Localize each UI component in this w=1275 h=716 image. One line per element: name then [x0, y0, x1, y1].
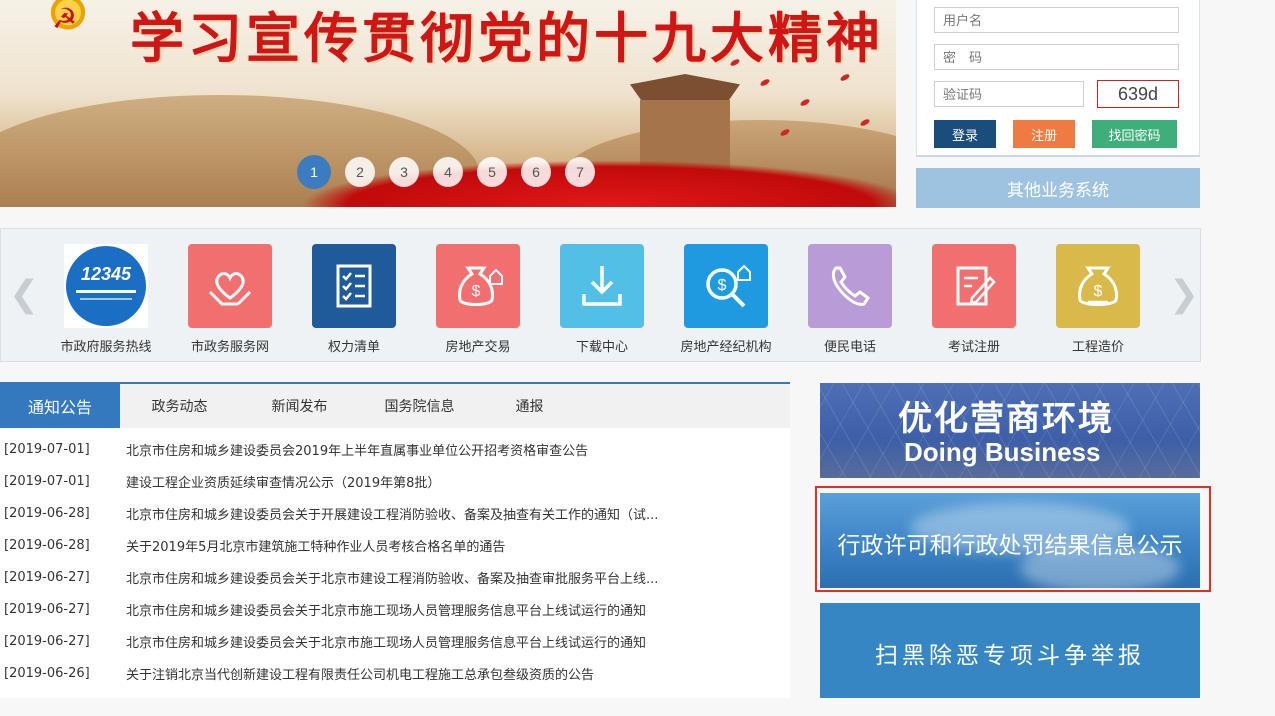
tab-bulletin[interactable]: 通报: [472, 384, 587, 428]
news-title[interactable]: 建设工程企业资质延续审查情况公示（2019年第8批）: [126, 472, 440, 491]
pager-dot[interactable]: 5: [477, 157, 507, 187]
banner-title: 学习宣传贯彻党的十九大精神: [130, 6, 884, 70]
news-title[interactable]: 北京市住房和城乡建设委员会关于开展建设工程消防验收、备案及抽查有关工作的通知（试…: [126, 504, 658, 523]
doing-business-cn: 优化营商环境: [898, 399, 1114, 439]
svg-text:12345: 12345: [81, 264, 132, 284]
pager-dot[interactable]: 4: [433, 157, 463, 187]
service-label: 下载中心: [575, 340, 628, 355]
service-real-estate[interactable]: $ 房地产交易: [416, 244, 540, 355]
list-item[interactable]: [2019-06-27] 北京市住房和城乡建设委员会关于北京市施工现场人员管理服务…: [0, 593, 646, 625]
news-title[interactable]: 北京市住房和城乡建设委员会关于北京市施工现场人员管理服务信息平台上线试运行的通知: [126, 600, 646, 619]
news-date: [2019-07-01]: [4, 473, 90, 489]
service-label: 便民电话: [823, 340, 876, 355]
news-date: [2019-06-28]: [4, 505, 90, 521]
petal: [799, 97, 811, 108]
password-input[interactable]: [934, 44, 1179, 70]
news-list: [2019-07-01] 北京市住房和城乡建设委员会2019年上半年直属事业单位公…: [0, 428, 790, 698]
service-hotline[interactable]: 12345 市政府服务热线: [44, 244, 168, 355]
service-label: 工程造价: [1071, 340, 1124, 355]
svg-text:$: $: [472, 283, 481, 300]
list-item[interactable]: [2019-06-28] 关于2019年5月北京市建筑施工特种作业人员考核合格名单…: [0, 529, 505, 561]
permits-penalties-text: 行政许可和行政处罚结果信息公示: [837, 533, 1183, 559]
news-date: [2019-06-28]: [4, 537, 90, 553]
hammer-sickle-icon: ☭: [52, 2, 78, 35]
service-power-list[interactable]: 权力清单: [292, 244, 416, 355]
tab-gov-news[interactable]: 政务动态: [122, 384, 237, 428]
service-download[interactable]: 下载中心: [540, 244, 664, 355]
anti-crime-report-banner[interactable]: 扫黑除恶专项斗争举报: [820, 603, 1200, 698]
captcha-input[interactable]: [934, 81, 1084, 107]
login-panel: 639d 登录 注册 找回密码: [916, 0, 1200, 157]
chevron-right-icon[interactable]: ❯: [1169, 274, 1199, 315]
login-button[interactable]: 登录: [934, 120, 996, 148]
captcha-image[interactable]: 639d: [1097, 80, 1179, 108]
service-label: 市政府服务热线: [60, 340, 152, 355]
main-banner[interactable]: ☭ 学习宣传贯彻党的十九大精神 1 2 3 4 5 6 7: [0, 0, 896, 207]
service-label: 市政务服务网: [190, 340, 269, 355]
petal: [759, 77, 771, 88]
service-label: 权力清单: [327, 340, 380, 355]
news-date: [2019-06-27]: [4, 569, 90, 585]
list-item[interactable]: [2019-07-01] 北京市住房和城乡建设委员会2019年上半年直属事业单位公…: [0, 433, 588, 465]
service-phone[interactable]: 便民电话: [788, 244, 912, 355]
petal: [839, 72, 851, 83]
service-label: 房地产经纪机构: [680, 340, 772, 355]
pager-dot[interactable]: 2: [345, 157, 375, 187]
search-money-icon: $: [684, 244, 768, 328]
service-agency[interactable]: $ 房地产经纪机构: [664, 244, 788, 355]
pager-dot[interactable]: 3: [389, 157, 419, 187]
tab-notices[interactable]: 通知公告: [0, 384, 120, 428]
news-date: [2019-07-01]: [4, 441, 90, 457]
svg-text:$: $: [1094, 283, 1103, 300]
pager-dot[interactable]: 1: [297, 155, 331, 189]
petal: [859, 117, 871, 128]
tab-state-council[interactable]: 国务院信息: [362, 384, 477, 428]
pager-dot[interactable]: 6: [521, 157, 551, 187]
service-exam[interactable]: 考试注册: [912, 244, 1036, 355]
chevron-left-icon[interactable]: ❮: [9, 274, 39, 315]
banner-pager: 1 2 3 4 5 6 7: [297, 155, 595, 189]
username-input[interactable]: [934, 7, 1179, 33]
list-item[interactable]: [2019-07-01] 建设工程企业资质延续审查情况公示（2019年第8批）: [0, 465, 440, 497]
news-title[interactable]: 北京市住房和城乡建设委员会关于北京市施工现场人员管理服务信息平台上线试运行的通知: [126, 632, 646, 651]
heart-hands-icon: [188, 244, 272, 328]
service-cost[interactable]: $ 工程造价: [1036, 244, 1160, 355]
list-item[interactable]: [2019-06-27] 北京市住房和城乡建设委员会关于北京市建设工程消防验收、备…: [0, 561, 658, 593]
service-gov-portal[interactable]: 市政务服务网: [168, 244, 292, 355]
permits-penalties-banner[interactable]: 行政许可和行政处罚结果信息公示: [820, 493, 1200, 588]
recover-password-button[interactable]: 找回密码: [1092, 120, 1177, 148]
doing-business-banner[interactable]: 优化营商环境 Doing Business: [820, 383, 1200, 478]
tab-press[interactable]: 新闻发布: [242, 384, 357, 428]
money-bag-icon: $: [1056, 244, 1140, 328]
news-title[interactable]: 关于2019年5月北京市建筑施工特种作业人员考核合格名单的通告: [126, 536, 505, 555]
other-systems-button[interactable]: 其他业务系统: [916, 168, 1200, 208]
news-date: [2019-06-27]: [4, 601, 90, 617]
news-title[interactable]: 北京市住房和城乡建设委员会2019年上半年直属事业单位公开招考资格审查公告: [126, 440, 588, 459]
download-icon: [560, 244, 644, 328]
list-item[interactable]: [2019-06-27] 北京市住房和城乡建设委员会关于北京市施工现场人员管理服务…: [0, 625, 646, 657]
service-carousel: ❮ ❯ 12345 市政府服务热线 市政务服务网 权力清单 $ 房地产交易 下载…: [0, 228, 1201, 362]
hotline-12345-icon: 12345: [64, 244, 148, 328]
news-title[interactable]: 北京市住房和城乡建设委员会关于北京市建设工程消防验收、备案及抽查审批服务平台上线…: [126, 568, 658, 587]
news-date: [2019-06-26]: [4, 665, 90, 681]
phone-icon: [808, 244, 892, 328]
anti-crime-report-text: 扫黑除恶专项斗争举报: [875, 643, 1145, 669]
exam-edit-icon: [932, 244, 1016, 328]
pager-dot[interactable]: 7: [565, 157, 595, 187]
list-item[interactable]: [2019-06-26] 关于注销北京当代创新建设工程有限责任公司机电工程施工总承…: [0, 657, 594, 689]
list-item[interactable]: [2019-06-28] 北京市住房和城乡建设委员会关于开展建设工程消防验收、备案…: [0, 497, 658, 529]
service-label: 房地产交易: [445, 340, 511, 355]
money-bag-house-icon: $: [436, 244, 520, 328]
doing-business-en: Doing Business: [904, 437, 1101, 467]
service-label: 考试注册: [947, 340, 1000, 355]
news-date: [2019-06-27]: [4, 633, 90, 649]
register-button[interactable]: 注册: [1013, 120, 1075, 148]
news-title[interactable]: 关于注销北京当代创新建设工程有限责任公司机电工程施工总承包叁级资质的公告: [126, 664, 594, 683]
checklist-icon: [312, 244, 396, 328]
svg-text:$: $: [718, 277, 727, 294]
news-tabs: 通知公告 政务动态 新闻发布 国务院信息 通报: [0, 382, 790, 428]
